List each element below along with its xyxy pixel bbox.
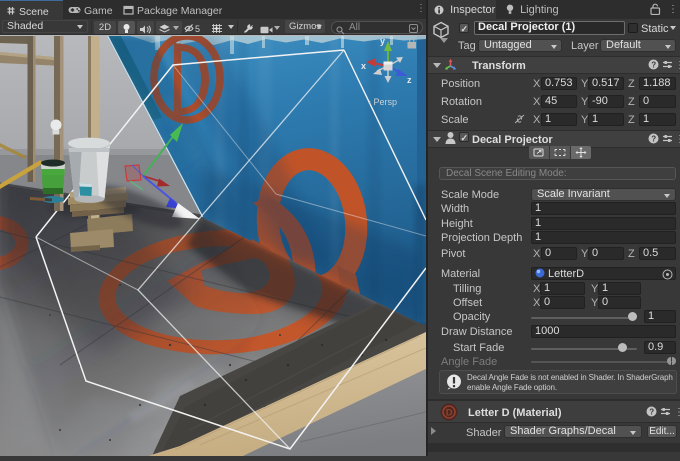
svg-text:y: y [380, 36, 385, 46]
svg-text:‹ Persp: ‹ Persp [368, 97, 397, 107]
svg-text:D: D [446, 408, 453, 419]
svg-text:x: x [361, 61, 366, 71]
svg-text:5: 5 [195, 24, 200, 34]
svg-text:?: ? [651, 60, 656, 69]
svg-text:z: z [407, 75, 412, 85]
svg-text:?: ? [649, 407, 654, 416]
svg-text:?: ? [651, 134, 656, 143]
